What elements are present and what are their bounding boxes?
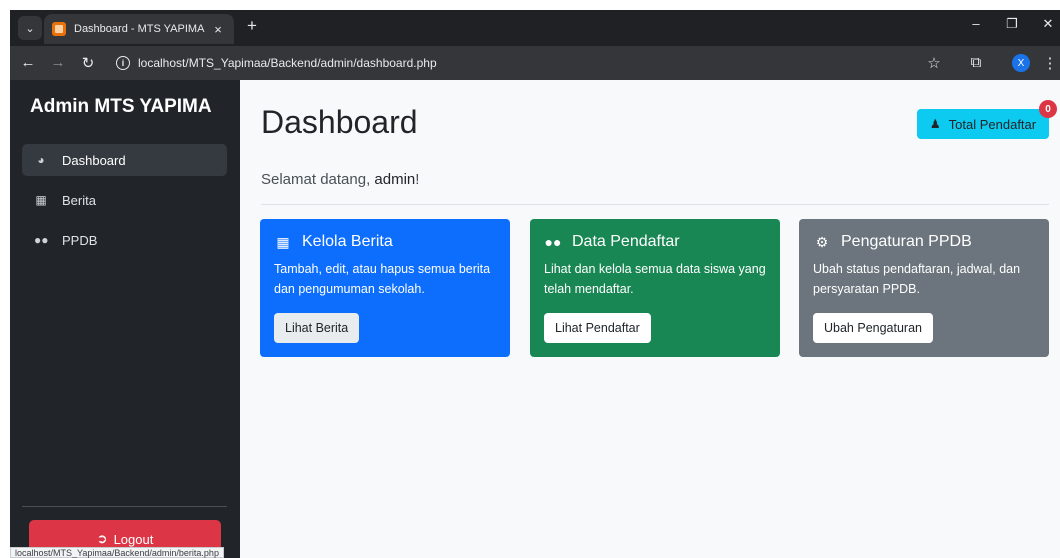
forward-arrow-icon[interactable]: → bbox=[48, 54, 68, 71]
logout-icon: ➲ bbox=[96, 531, 108, 546]
status-bar-url: localhost/MTS_Yapimaa/Backend/admin/beri… bbox=[10, 547, 224, 558]
profile-avatar[interactable]: X bbox=[1012, 54, 1030, 72]
card-kelola-berita: ▦ Kelola Berita Tambah, edit, atau hapus… bbox=[260, 219, 510, 357]
reload-icon[interactable]: ↻ bbox=[78, 54, 98, 72]
favicon-icon bbox=[52, 22, 66, 36]
sidebar-item-berita[interactable]: ▦ Berita bbox=[22, 184, 227, 216]
main-content: Dashboard ♟ Total Pendaftar 0 Selamat da… bbox=[240, 80, 1060, 558]
card-title: Kelola Berita bbox=[302, 233, 393, 250]
welcome-user: admin bbox=[374, 171, 416, 188]
user-check-icon: ♟ bbox=[929, 117, 941, 131]
restore-icon[interactable]: ❐ bbox=[1000, 16, 1024, 32]
gear-icon: ⚙ bbox=[815, 233, 829, 250]
tab-title: Dashboard - MTS YAPIMA bbox=[74, 23, 205, 35]
url-text[interactable]: localhost/MTS_Yapimaa/Backend/admin/dash… bbox=[138, 56, 437, 70]
lihat-pendaftar-button[interactable]: Lihat Pendaftar bbox=[544, 313, 651, 343]
card-pengaturan-ppdb: ⚙ Pengaturan PPDB Ubah status pendaftara… bbox=[799, 219, 1049, 357]
ubah-pengaturan-button[interactable]: Ubah Pengaturan bbox=[813, 313, 933, 343]
sidebar-item-label: Berita bbox=[62, 192, 96, 208]
card-text: Lihat dan kelola semua data siswa yang t… bbox=[544, 262, 766, 296]
card-title: Data Pendaftar bbox=[572, 233, 680, 250]
card-text: Ubah status pendaftaran, jadwal, dan per… bbox=[813, 262, 1021, 296]
newspaper-icon: ▦ bbox=[276, 233, 290, 250]
card-title: Pengaturan PPDB bbox=[841, 233, 972, 250]
back-arrow-icon[interactable]: ← bbox=[18, 54, 38, 71]
sidebar-item-dashboard[interactable]: ◕ Dashboard bbox=[22, 144, 227, 176]
browser-toolbar: ← → ↻ i localhost/MTS_Yapimaa/Backend/ad… bbox=[10, 46, 1060, 80]
info-icon[interactable]: i bbox=[116, 56, 130, 70]
sidebar-item-label: PPDB bbox=[62, 232, 98, 248]
sidebar: Admin MTS YAPIMA ◕ Dashboard ▦ Berita ●●… bbox=[10, 80, 240, 558]
content-divider bbox=[261, 204, 1049, 205]
card-data-pendaftar: ●● Data Pendaftar Lihat dan kelola semua… bbox=[530, 219, 780, 357]
address-bar[interactable]: i localhost/MTS_Yapimaa/Backend/admin/da… bbox=[110, 50, 970, 76]
logout-label: Logout bbox=[113, 531, 154, 547]
new-tab-button[interactable]: + bbox=[242, 16, 262, 36]
users-icon: ●● bbox=[544, 234, 562, 250]
card-text: Tambah, edit, atau hapus semua berita da… bbox=[274, 262, 491, 296]
newspaper-icon: ▦ bbox=[35, 193, 47, 207]
close-icon[interactable]: ✕ bbox=[1036, 16, 1060, 32]
extensions-icon[interactable]: ⧉ bbox=[966, 54, 986, 71]
browser-tab[interactable]: Dashboard - MTS YAPIMA × bbox=[44, 14, 234, 44]
lihat-berita-button[interactable]: Lihat Berita bbox=[274, 313, 360, 343]
chevron-down-icon[interactable]: ⌄ bbox=[18, 16, 42, 40]
star-icon[interactable]: ☆ bbox=[924, 54, 944, 72]
sidebar-brand: Admin MTS YAPIMA bbox=[30, 96, 212, 117]
welcome-prefix: Selamat datang, bbox=[261, 171, 375, 188]
total-pendaftar-button[interactable]: ♟ Total Pendaftar bbox=[917, 109, 1049, 139]
welcome-message: Selamat datang, admin! bbox=[261, 171, 419, 188]
browser-chrome: ⌄ Dashboard - MTS YAPIMA × + – ❐ ✕ ← → ↻… bbox=[10, 10, 1060, 80]
notification-badge: 0 bbox=[1039, 100, 1057, 118]
sidebar-divider bbox=[22, 506, 227, 507]
sidebar-item-label: Dashboard bbox=[62, 152, 126, 168]
tab-close-icon[interactable]: × bbox=[210, 22, 226, 37]
sidebar-item-ppdb[interactable]: ●● PPDB bbox=[22, 224, 227, 256]
menu-icon[interactable]: ⋮ bbox=[1040, 54, 1060, 72]
users-icon: ●● bbox=[34, 233, 49, 247]
total-pendaftar-label: Total Pendaftar bbox=[948, 116, 1037, 132]
welcome-suffix: ! bbox=[415, 171, 420, 188]
page-title: Dashboard bbox=[261, 104, 418, 140]
minimize-icon[interactable]: – bbox=[964, 16, 988, 31]
gauge-icon: ◕ bbox=[37, 153, 45, 167]
